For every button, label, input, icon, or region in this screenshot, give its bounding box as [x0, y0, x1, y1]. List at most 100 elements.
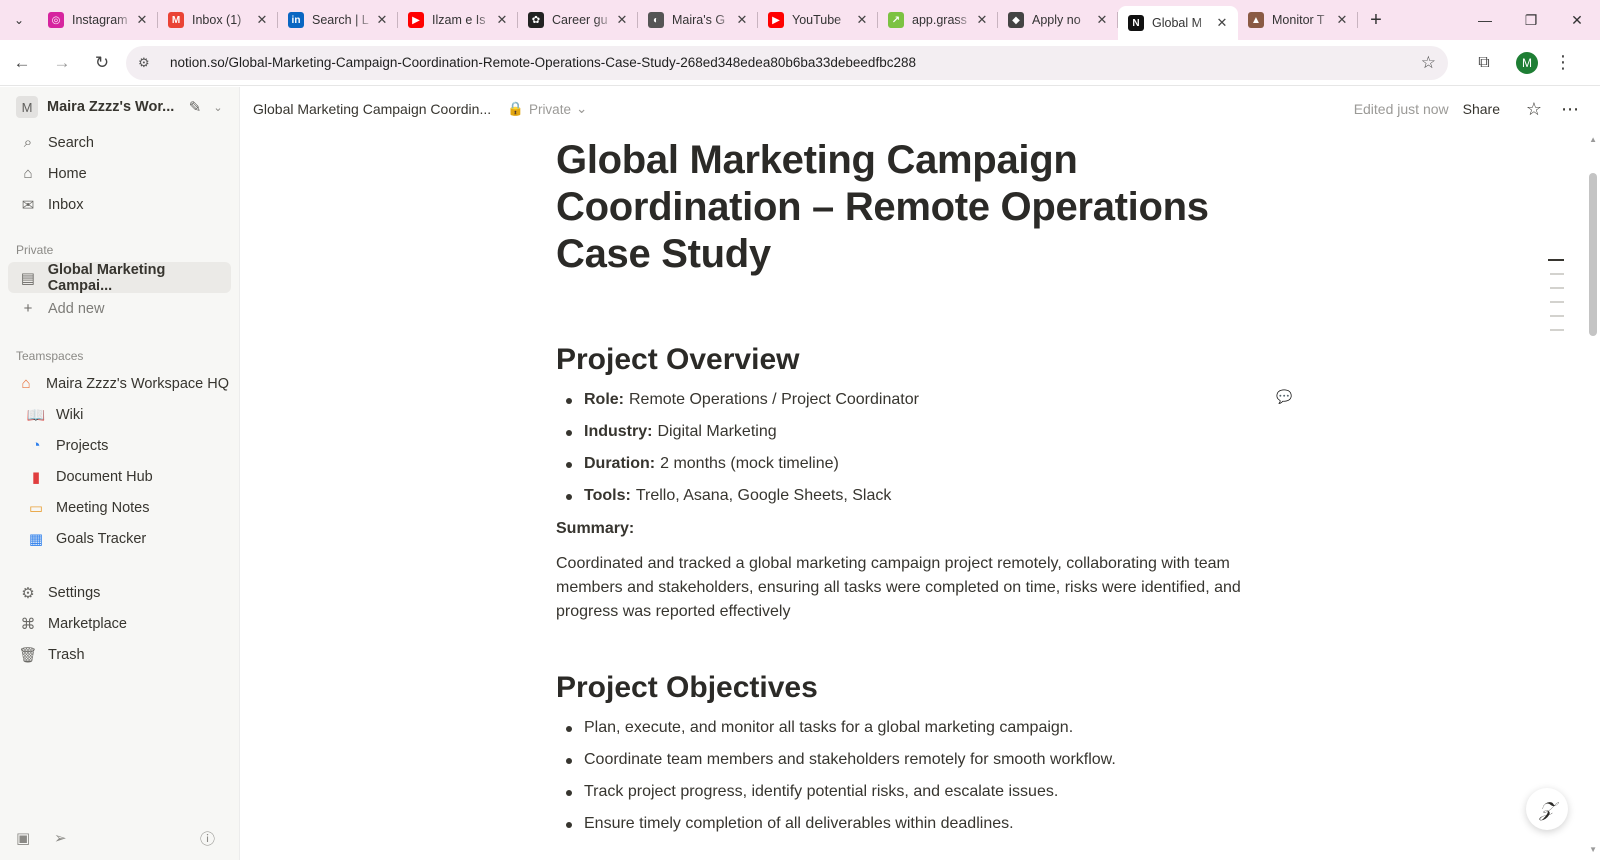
close-tab-icon[interactable]: ✕	[1094, 12, 1110, 28]
private-section-label[interactable]: Private	[0, 232, 239, 262]
sidebar-item-wiki[interactable]: 📖 Wiki	[0, 399, 231, 430]
browser-tab[interactable]: ▲ Monitor T ✕	[1238, 0, 1358, 40]
list-item[interactable]: Track project progress, identify potenti…	[556, 776, 1256, 808]
marketplace-icon: ⌘	[20, 615, 36, 633]
close-tab-icon[interactable]: ✕	[494, 12, 510, 28]
sidebar-item-label: Settings	[48, 584, 101, 601]
forward-icon[interactable]: →	[44, 45, 80, 81]
sidebar-item-inbox[interactable]: ✉ Inbox	[0, 189, 231, 220]
help-icon[interactable]: ⓘ	[200, 828, 224, 849]
toc-entry[interactable]	[1550, 329, 1564, 331]
comment-icon[interactable]: 💬	[1276, 389, 1292, 405]
close-tab-icon[interactable]: ✕	[134, 12, 150, 28]
privacy-dropdown[interactable]: 🔒 Private ⌄	[507, 101, 587, 117]
toc-entry[interactable]	[1550, 315, 1564, 317]
sidebar-item-teamspace[interactable]: ⌂ Maira Zzzz's Workspace HQ	[0, 368, 231, 399]
send-icon[interactable]: ➢	[54, 829, 78, 847]
heading-project-overview[interactable]: Project Overview	[556, 340, 1256, 380]
scroll-down-icon[interactable]: ▼	[1589, 845, 1597, 854]
calendar-icon[interactable]: ▣	[16, 829, 40, 847]
goals-tracker-icon: ▦	[28, 530, 44, 548]
close-window-icon[interactable]: ✕	[1554, 0, 1600, 40]
close-tab-icon[interactable]: ✕	[614, 12, 630, 28]
sidebar-item-search[interactable]: ⌕ Search	[0, 127, 231, 158]
sidebar-item-meeting-notes[interactable]: ▭ Meeting Notes	[0, 492, 231, 523]
notion-ai-button[interactable]: 𝒵	[1526, 788, 1568, 830]
reload-icon[interactable]: ↻	[84, 45, 120, 81]
extensions-icon[interactable]: ⧉	[1464, 54, 1504, 72]
summary-label[interactable]: Summary:	[556, 513, 1256, 545]
page-title[interactable]: Global Marketing Campaign Coordination –…	[556, 137, 1256, 278]
url-text[interactable]: notion.so/Global-Marketing-Campaign-Coor…	[170, 55, 1421, 70]
search-icon: ⌕	[23, 134, 33, 151]
profile-avatar[interactable]: M	[1516, 51, 1538, 74]
table-of-contents[interactable]	[1548, 259, 1566, 343]
close-tab-icon[interactable]: ✕	[1214, 15, 1230, 31]
browser-tab[interactable]: N Global M ✕	[1118, 6, 1238, 40]
sidebar-item-goals-tracker[interactable]: ▦ Goals Tracker	[0, 523, 231, 554]
close-tab-icon[interactable]: ✕	[374, 12, 390, 28]
browser-tab[interactable]: ✿ Career gu ✕	[518, 0, 638, 40]
share-button[interactable]: Share	[1463, 101, 1500, 117]
scrollbar-thumb[interactable]	[1589, 173, 1597, 336]
teamspaces-section-label[interactable]: Teamspaces	[0, 338, 239, 368]
close-tab-icon[interactable]: ✕	[974, 12, 990, 28]
new-tab-button[interactable]: +	[1358, 9, 1394, 32]
toc-entry[interactable]	[1550, 301, 1564, 303]
new-page-icon[interactable]: ✎	[183, 98, 207, 116]
tab-search-chevron-icon[interactable]: ⌄	[0, 0, 38, 40]
more-options-icon[interactable]: ⋯	[1552, 99, 1588, 120]
heading-project-objectives[interactable]: Project Objectives	[556, 668, 1256, 708]
sidebar-item-marketplace[interactable]: ⌘ Marketplace	[0, 608, 231, 639]
tab-favicon-icon: ◎	[48, 12, 64, 28]
list-item[interactable]: Role: Remote Operations / Project Coordin…	[556, 384, 1256, 416]
bookmark-star-icon[interactable]: ☆	[1421, 53, 1436, 73]
browser-tab[interactable]: ◎ Instagram ✕	[38, 0, 158, 40]
list-item[interactable]: Ensure timely completion of all delivera…	[556, 808, 1256, 840]
browser-tab[interactable]: M Inbox (1) ✕	[158, 0, 278, 40]
sidebar-item-document-hub[interactable]: ▮ Document Hub	[0, 461, 231, 492]
tab-title: Maira's G	[672, 13, 726, 27]
workspace-switcher[interactable]: M Maira Zzzz's Wor... ✎ ⌄	[0, 87, 239, 127]
add-new-label: Add new	[48, 300, 105, 317]
list-item[interactable]: Tools: Trello, Asana, Google Sheets, Slac…	[556, 480, 1256, 512]
close-tab-icon[interactable]: ✕	[854, 12, 870, 28]
favorite-star-icon[interactable]: ☆	[1516, 99, 1552, 120]
close-tab-icon[interactable]: ✕	[734, 12, 750, 28]
site-info-icon[interactable]: ⚙	[138, 55, 160, 71]
toc-entry[interactable]	[1548, 259, 1564, 261]
browser-tab[interactable]: in Search | L ✕	[278, 0, 398, 40]
sidebar-item-global-marketing[interactable]: ▤ Global Marketing Campai...	[8, 262, 231, 294]
sidebar-item-projects[interactable]: ◔ Projects	[0, 430, 231, 461]
list-item[interactable]: Plan, execute, and monitor all tasks for…	[556, 712, 1256, 744]
summary-text[interactable]: Coordinated and tracked a global marketi…	[556, 552, 1246, 624]
browser-tab[interactable]: ▶ Ilzam e Is ✕	[398, 0, 518, 40]
close-tab-icon[interactable]: ✕	[1334, 12, 1350, 28]
toc-entry[interactable]	[1550, 287, 1564, 289]
add-new-button[interactable]: + Add new	[0, 293, 231, 324]
restore-icon[interactable]: ❐	[1508, 0, 1554, 40]
browser-menu-icon[interactable]: ⋮	[1546, 52, 1580, 73]
browser-tab[interactable]: ↗ app.grass ✕	[878, 0, 998, 40]
sidebar-item-label: Home	[48, 165, 87, 182]
scroll-up-icon[interactable]: ▲	[1589, 135, 1597, 144]
breadcrumb[interactable]: Global Marketing Campaign Coordin...	[253, 101, 491, 117]
close-tab-icon[interactable]: ✕	[254, 12, 270, 28]
browser-tab[interactable]: ◆ Apply no ✕	[998, 0, 1118, 40]
objectives-list: Plan, execute, and monitor all tasks for…	[556, 712, 1256, 840]
minimize-icon[interactable]: —	[1462, 0, 1508, 40]
sidebar-item-settings[interactable]: ⚙ Settings	[0, 577, 231, 608]
list-item[interactable]: Duration: 2 months (mock timeline)	[556, 448, 1256, 480]
sidebar-item-home[interactable]: ⌂ Home	[0, 158, 231, 189]
toc-entry[interactable]	[1550, 273, 1564, 275]
address-bar[interactable]: ⚙ notion.so/Global-Marketing-Campaign-Co…	[126, 45, 1448, 80]
list-item[interactable]: Coordinate team members and stakeholders…	[556, 744, 1256, 776]
sidebar-item-label: Document Hub	[56, 468, 153, 485]
back-icon[interactable]: ←	[4, 45, 40, 81]
chevron-down-icon[interactable]: ⌄	[207, 101, 229, 114]
workspace-name[interactable]: Maira Zzzz's Wor...	[47, 99, 183, 115]
list-item[interactable]: Industry: Digital Marketing	[556, 416, 1256, 448]
sidebar-item-trash[interactable]: 🗑 Trash	[0, 639, 231, 670]
browser-tab[interactable]: ▶ YouTube ✕	[758, 0, 878, 40]
browser-tab[interactable]: ◐ Maira's G ✕	[638, 0, 758, 40]
